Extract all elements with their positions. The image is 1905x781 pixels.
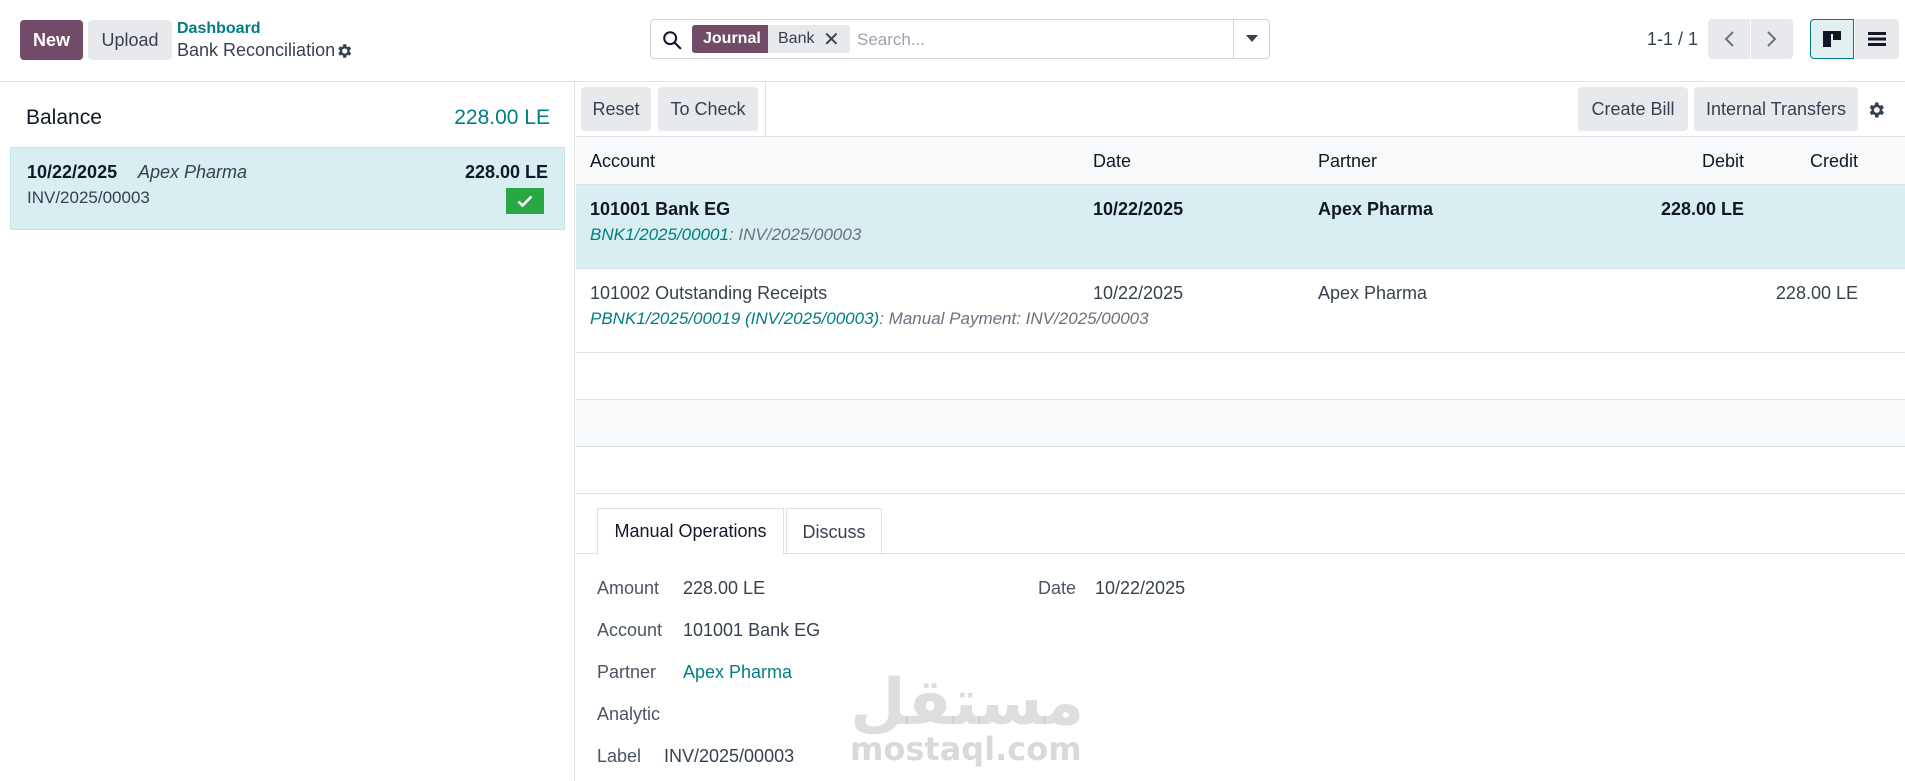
empty-row bbox=[576, 447, 1905, 494]
row-partner: Apex Pharma bbox=[1318, 283, 1428, 303]
gear-icon[interactable] bbox=[335, 42, 353, 60]
col-account: Account bbox=[590, 151, 656, 171]
facet-remove-icon[interactable]: ✕ bbox=[823, 25, 840, 53]
row-credit: 228.00 LE bbox=[1775, 283, 1858, 303]
col-date: Date bbox=[1093, 151, 1132, 171]
settings-gear-icon[interactable] bbox=[1866, 100, 1886, 120]
toolbar-divider bbox=[765, 82, 766, 137]
caret-down-icon bbox=[1245, 35, 1258, 42]
row-debit: 228.00 LE bbox=[1660, 199, 1744, 219]
table-row[interactable]: 101002 Outstanding Receipts 10/22/2025 A… bbox=[576, 269, 1905, 353]
tab-discuss[interactable]: Discuss bbox=[786, 508, 882, 555]
watermark-arabic: مستقل bbox=[850, 666, 1085, 740]
statement-ref: INV/2025/00003 bbox=[27, 188, 150, 207]
tab-manual-operations[interactable]: Manual Operations bbox=[597, 508, 784, 555]
account-field[interactable]: 101001 Bank EG bbox=[683, 620, 820, 641]
date-label: Date bbox=[1038, 578, 1077, 598]
pager-previous-button[interactable] bbox=[1708, 19, 1750, 59]
reconciliation-panel: Reset To Check Create Bill Internal Tran… bbox=[576, 82, 1905, 781]
statement-amount: 228.00 LE bbox=[464, 162, 548, 182]
lines-table-header: Account Date Partner Debit Credit bbox=[576, 137, 1905, 185]
move-link[interactable]: PBNK1/2025/00019 (INV/2025/00003) bbox=[590, 309, 879, 328]
balance-value: 228.00 LE bbox=[454, 106, 550, 129]
new-button[interactable]: New bbox=[20, 20, 83, 60]
page-title: Bank Reconciliation bbox=[177, 40, 336, 60]
list-view-button[interactable] bbox=[1855, 19, 1899, 59]
kanban-icon bbox=[1823, 31, 1841, 47]
chevron-right-icon bbox=[1767, 31, 1777, 47]
empty-row bbox=[576, 353, 1905, 400]
row-reference: BNK1/2025/00001: INV/2025/00003 bbox=[590, 225, 861, 245]
to-check-button[interactable]: To Check bbox=[658, 87, 758, 131]
notebook-tabs: Manual Operations Discuss bbox=[576, 506, 1905, 555]
list-icon bbox=[1868, 32, 1886, 46]
search-bar[interactable]: Journal Bank ✕ Search... bbox=[650, 19, 1270, 59]
statement-lines-panel: Balance 228.00 LE 10/22/2025 Apex Pharma… bbox=[0, 82, 575, 781]
empty-row bbox=[576, 400, 1905, 447]
kanban-view-button[interactable] bbox=[1810, 19, 1854, 59]
row-partner: Apex Pharma bbox=[1318, 199, 1434, 219]
statement-partner: Apex Pharma bbox=[138, 162, 248, 182]
breadcrumb-dashboard[interactable]: Dashboard bbox=[177, 20, 261, 38]
account-label: Account bbox=[597, 620, 663, 640]
col-credit: Credit bbox=[1809, 151, 1858, 171]
row-account: 101001 Bank EG bbox=[590, 199, 731, 219]
move-link[interactable]: BNK1/2025/00001 bbox=[590, 225, 729, 244]
label-field[interactable]: INV/2025/00003 bbox=[664, 746, 794, 767]
create-bill-button[interactable]: Create Bill bbox=[1578, 87, 1688, 131]
upload-button[interactable]: Upload bbox=[88, 20, 172, 60]
internal-transfers-button[interactable]: Internal Transfers bbox=[1694, 87, 1858, 131]
control-panel: New Upload Dashboard Bank Reconciliation… bbox=[0, 0, 1905, 82]
facet-label: Journal bbox=[692, 25, 772, 53]
row-reference: PBNK1/2025/00019 (INV/2025/00003): Manua… bbox=[590, 309, 1149, 329]
statement-line-card[interactable]: 10/22/2025 Apex Pharma 228.00 LE INV/202… bbox=[10, 147, 565, 230]
date-field[interactable]: 10/22/2025 bbox=[1095, 578, 1185, 599]
row-label: : INV/2025/00003 bbox=[728, 225, 862, 244]
balance-label: Balance bbox=[26, 106, 102, 129]
partner-label: Partner bbox=[597, 662, 657, 682]
statement-date: 10/22/2025 bbox=[27, 162, 118, 182]
partner-field[interactable]: Apex Pharma bbox=[683, 662, 792, 683]
col-debit: Debit bbox=[1701, 151, 1744, 171]
pager-next-button[interactable] bbox=[1751, 19, 1793, 59]
watermark-latin: mostaql.com bbox=[850, 730, 1082, 768]
amount-label: Amount bbox=[597, 578, 660, 598]
check-icon bbox=[517, 195, 533, 207]
chevron-left-icon bbox=[1724, 31, 1734, 47]
reconciled-check-badge bbox=[506, 188, 544, 214]
table-row[interactable]: 101001 Bank EG 10/22/2025 Apex Pharma 22… bbox=[576, 185, 1905, 269]
search-input[interactable]: Search... bbox=[857, 30, 925, 50]
row-label: : Manual Payment: INV/2025/00003 bbox=[879, 309, 1149, 328]
reconcile-toolbar: Reset To Check Create Bill Internal Tran… bbox=[576, 82, 1905, 137]
label-label: Label bbox=[597, 746, 642, 766]
row-date: 10/22/2025 bbox=[1093, 199, 1184, 219]
search-icon bbox=[663, 31, 682, 50]
pager-value[interactable]: 1-1 / 1 bbox=[1647, 29, 1698, 50]
analytic-label: Analytic bbox=[597, 704, 661, 724]
row-account: 101002 Outstanding Receipts bbox=[590, 283, 828, 303]
amount-field[interactable]: 228.00 LE bbox=[683, 578, 765, 599]
reset-button[interactable]: Reset bbox=[581, 87, 651, 131]
row-date: 10/22/2025 bbox=[1093, 283, 1184, 303]
col-partner: Partner bbox=[1318, 151, 1378, 171]
search-options-toggle[interactable] bbox=[1233, 20, 1269, 58]
